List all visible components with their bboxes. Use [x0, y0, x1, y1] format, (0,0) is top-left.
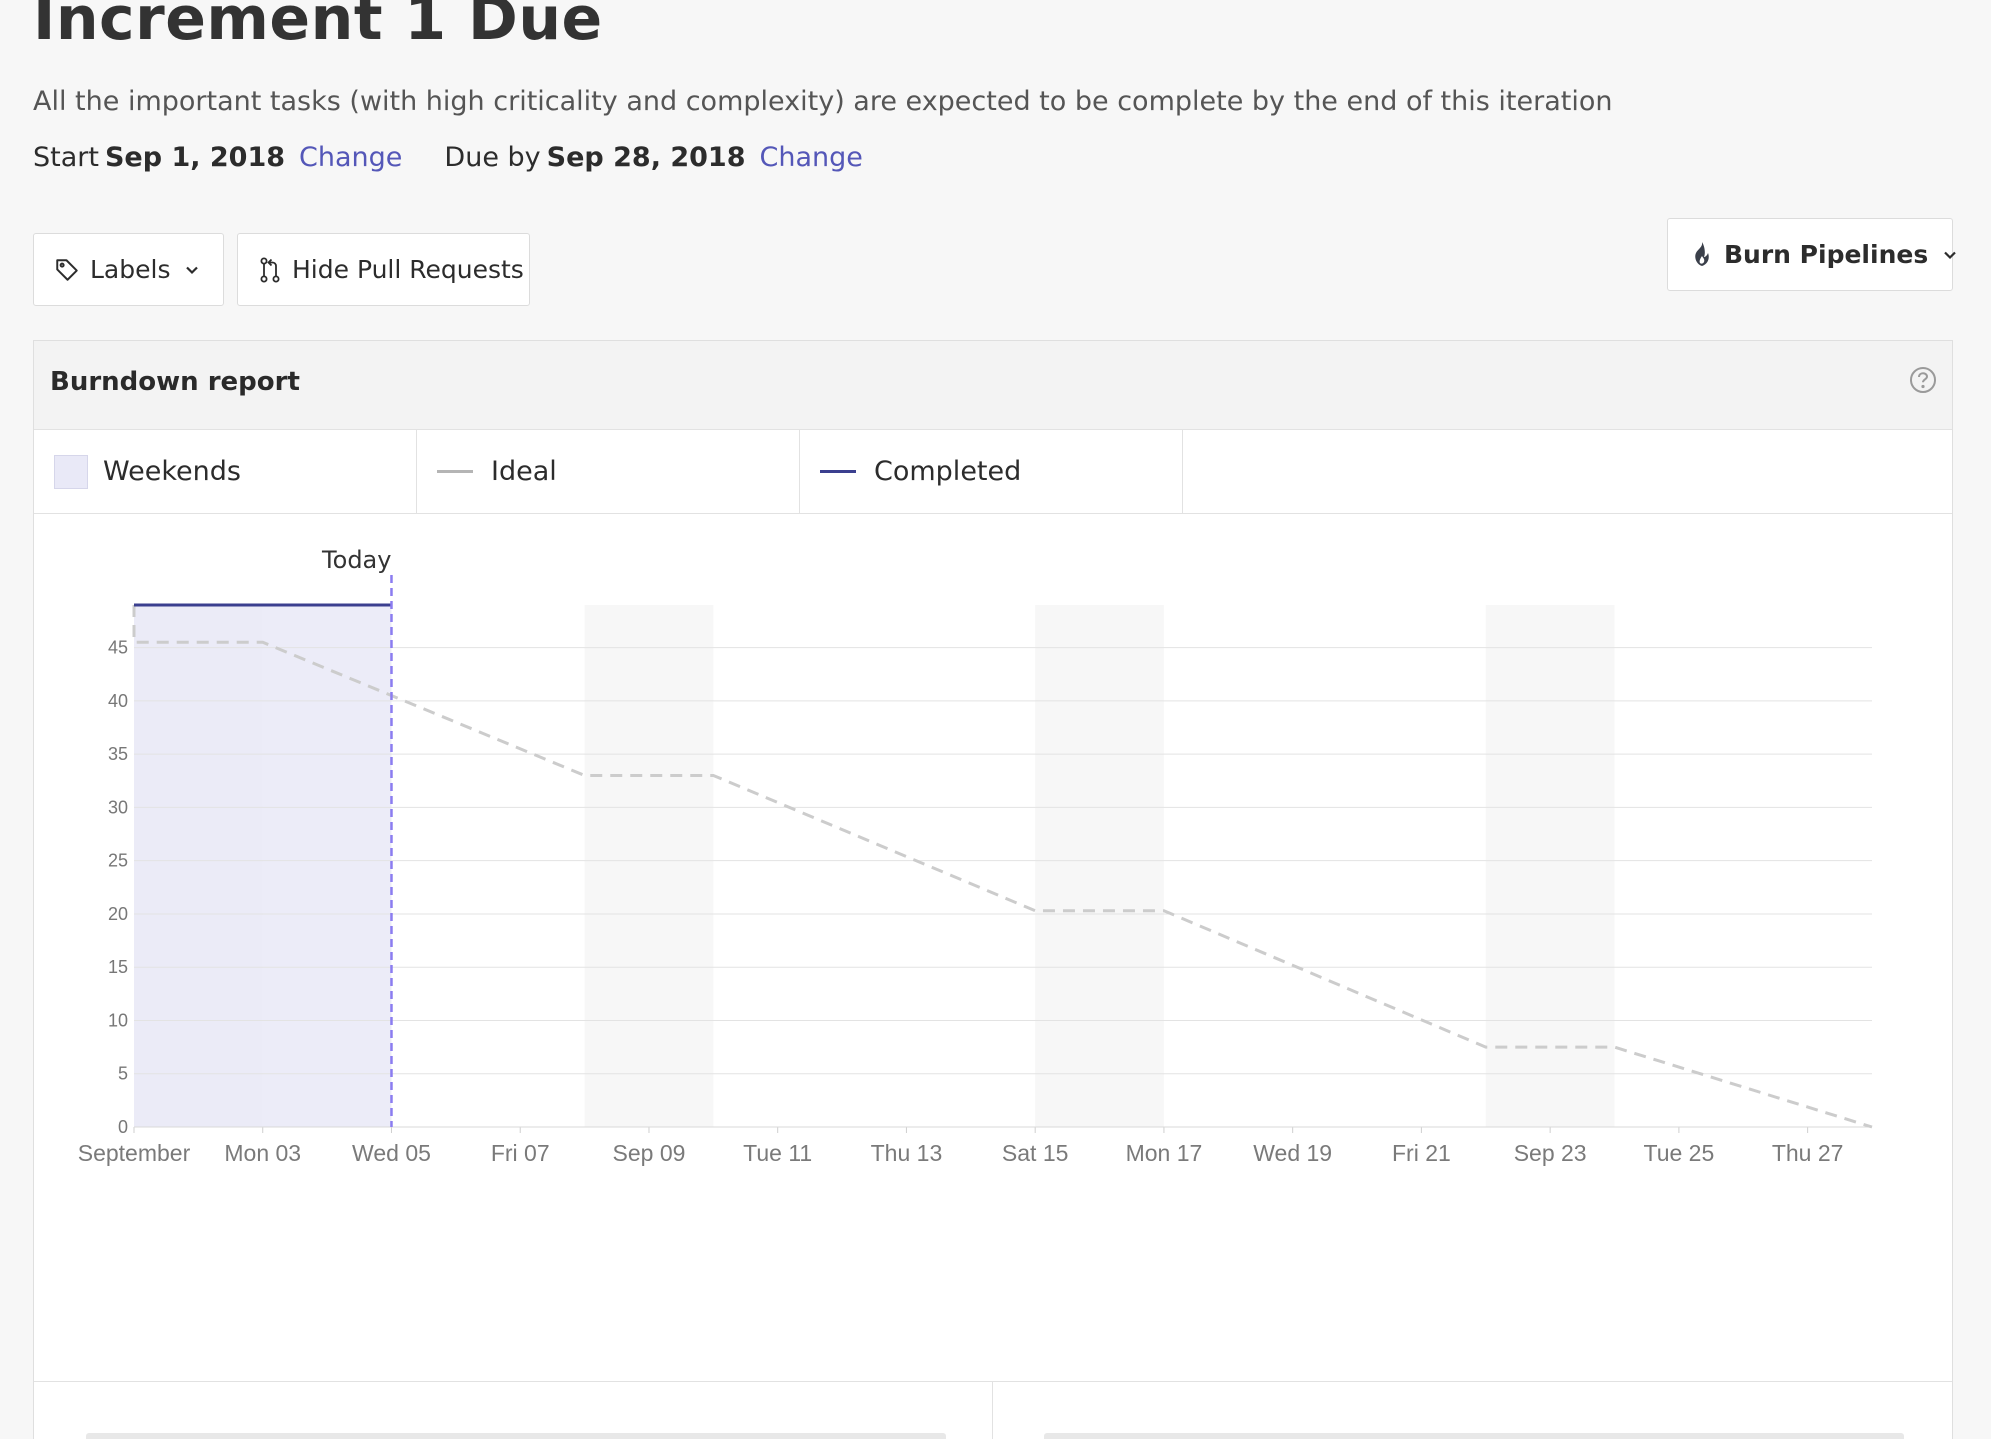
y-tick-label: 10 [108, 1010, 128, 1030]
pull-request-icon [258, 256, 282, 284]
x-tick-label: Mon 17 [1126, 1140, 1203, 1166]
milestone-description: All the important tasks (with high criti… [33, 86, 1613, 117]
labels-button[interactable]: Labels [33, 233, 224, 306]
burndown-chart-svg: 0 5 10 15 20 25 30 35 40 45 September Mon 03 Wed 05 F… [78, 546, 1873, 1166]
y-tick-label: 0 [118, 1117, 128, 1137]
change-start-link[interactable]: Change [299, 142, 402, 173]
completed-swatch [820, 470, 856, 473]
x-tick-label: Tue 25 [1644, 1140, 1715, 1166]
y-tick-label: 5 [118, 1064, 128, 1084]
y-tick-label: 15 [108, 957, 128, 977]
x-tick-label: Wed 05 [352, 1140, 431, 1166]
left-card-top [86, 1433, 946, 1439]
weekend-band [1485, 605, 1615, 1127]
chevron-down-icon [1942, 247, 1958, 263]
right-card-top [1044, 1433, 1904, 1439]
weekend-band [584, 605, 714, 1127]
y-tick-label: 45 [108, 638, 128, 658]
elapsed-band [134, 605, 392, 1127]
flame-icon [1690, 241, 1714, 269]
page-title: Increment 1 Due [33, 0, 603, 54]
labels-button-label: Labels [90, 255, 171, 284]
x-tick-label: Thu 13 [871, 1140, 943, 1166]
burn-pipelines-label: Burn Pipelines [1724, 240, 1929, 269]
burndown-panel: Burndown report Weekends Ideal Completed… [33, 340, 1953, 1439]
x-tick-label: Sep 09 [613, 1140, 686, 1166]
tag-icon [54, 257, 80, 283]
x-tick-label: Wed 19 [1253, 1140, 1332, 1166]
today-label: Today [321, 546, 391, 574]
x-tick-label: Tue 11 [743, 1140, 812, 1166]
milestone-dates: Start Sep 1, 2018 Change Due by Sep 28, … [33, 142, 863, 173]
weekends-swatch [54, 454, 88, 489]
legend-item-ideal[interactable]: Ideal [417, 430, 800, 513]
x-tick-label: Mon 03 [224, 1140, 301, 1166]
burn-pipelines-button[interactable]: Burn Pipelines [1667, 218, 1956, 291]
due-date: Sep 28, 2018 [546, 142, 746, 173]
burndown-chart: 0 5 10 15 20 25 30 35 40 45 September Mon 03 Wed 05 F… [34, 515, 1952, 1315]
y-tick-label: 40 [108, 691, 128, 711]
x-tick-label: Sep 23 [1514, 1140, 1587, 1166]
chevron-down-icon [184, 262, 200, 278]
section-divider [34, 1381, 1952, 1382]
legend-label: Ideal [491, 456, 557, 487]
column-divider [992, 1381, 993, 1439]
x-tick-label: Fri 21 [1392, 1140, 1451, 1166]
panel-title: Burndown report [50, 367, 300, 397]
y-tick-label: 35 [108, 744, 128, 764]
start-label: Start [33, 142, 99, 173]
y-tick-label: 20 [108, 904, 128, 924]
x-tick-label: September [78, 1140, 191, 1166]
help-icon[interactable] [1908, 365, 1938, 399]
legend-item-completed[interactable]: Completed [800, 430, 1183, 513]
x-tick-label: Thu 27 [1772, 1140, 1844, 1166]
panel-header: Burndown report [34, 341, 1952, 430]
y-tick-label: 30 [108, 797, 128, 817]
legend-item-weekends[interactable]: Weekends [34, 430, 417, 513]
x-tick-label: Sat 15 [1002, 1140, 1069, 1166]
hide-pull-requests-label: Hide Pull Requests [292, 255, 524, 284]
start-date: Sep 1, 2018 [104, 142, 286, 173]
due-label: Due by [444, 142, 541, 173]
hide-pull-requests-button[interactable]: Hide Pull Requests [237, 233, 530, 306]
legend-label: Weekends [103, 456, 241, 487]
ideal-swatch [437, 470, 473, 473]
chart-legend: Weekends Ideal Completed [34, 430, 1952, 514]
y-tick-label: 25 [108, 851, 128, 871]
change-due-link[interactable]: Change [760, 142, 863, 173]
weekend-band [1035, 605, 1164, 1127]
x-tick-label: Fri 07 [491, 1140, 550, 1166]
legend-label: Completed [874, 456, 1022, 487]
